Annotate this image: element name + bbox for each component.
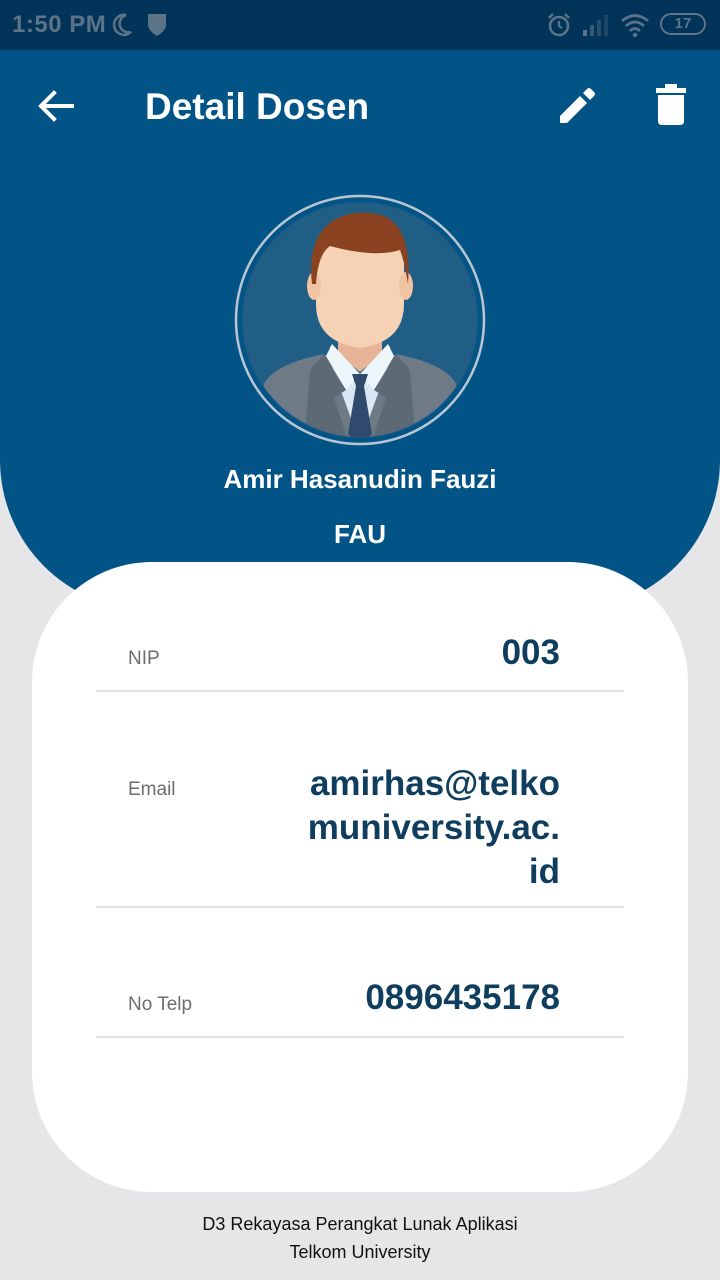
- email-value: amirhas@telkomuniversity.ac.id: [307, 764, 560, 891]
- lecturer-name: Amir Hasanudin Fauzi: [223, 464, 497, 494]
- nip-value: 003: [501, 633, 560, 672]
- footer: D3 Rekayasa Perangkat Lunak Aplikasi Tel…: [0, 1210, 720, 1266]
- battery-level: 17: [674, 15, 692, 32]
- delete-trash-icon[interactable]: [654, 84, 688, 126]
- nip-label: NIP: [128, 648, 160, 669]
- edit-pencil-icon[interactable]: [556, 86, 596, 126]
- email-label: Email: [128, 779, 176, 800]
- footer-line-university: Telkom University: [289, 1242, 431, 1262]
- back-arrow-icon[interactable]: [36, 88, 76, 124]
- phone-value: 0896435178: [365, 978, 560, 1017]
- avatar: [234, 194, 486, 446]
- divider: [96, 1036, 624, 1038]
- shield-icon: [148, 14, 166, 36]
- battery-icon: 17: [660, 13, 706, 35]
- alarm-icon: [548, 13, 570, 37]
- footer-line-program: D3 Rekayasa Perangkat Lunak Aplikasi: [202, 1214, 518, 1234]
- detail-card: NIP 003 Email amirhas@telkomuniversity.a…: [32, 562, 688, 1192]
- lecturer-code: FAU: [334, 519, 386, 549]
- status-bar: 1:50 PM 17: [0, 0, 720, 50]
- divider: [96, 906, 624, 908]
- do-not-disturb-icon: [112, 13, 132, 37]
- divider: [96, 690, 624, 692]
- phone-label: No Telp: [128, 994, 193, 1015]
- status-time: 1:50 PM: [12, 11, 107, 38]
- signal-icon: [583, 15, 608, 36]
- page-title: Detail Dosen: [145, 86, 370, 127]
- wifi-icon: [621, 14, 649, 38]
